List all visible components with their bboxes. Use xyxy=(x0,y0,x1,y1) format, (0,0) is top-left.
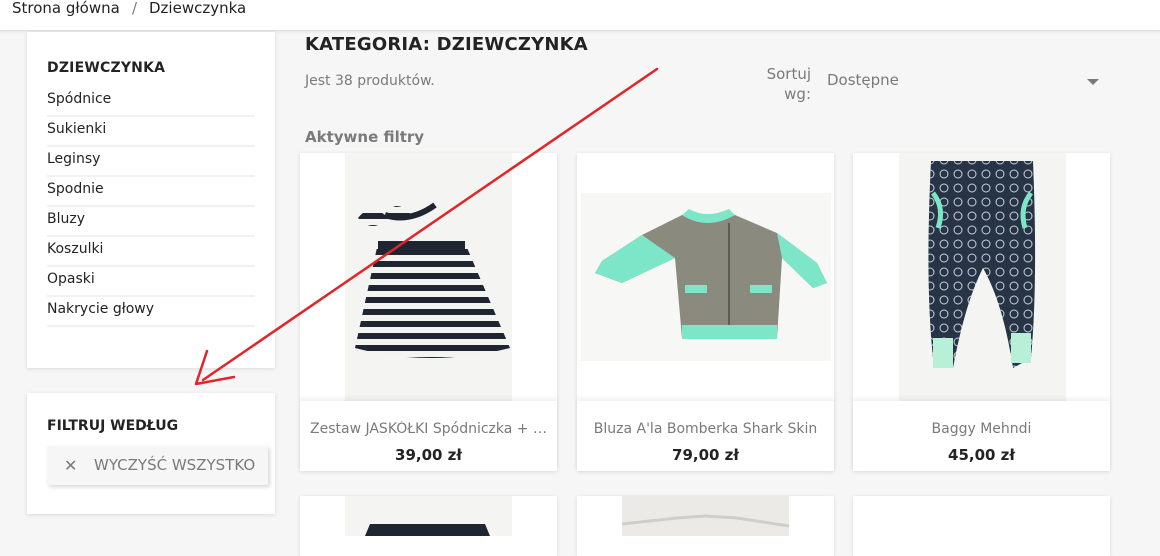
product-count: Jest 38 produktów. xyxy=(305,73,435,89)
product-card[interactable]: Zestaw JASKÓŁKI Spódniczka + opaska 39,0… xyxy=(300,153,557,471)
product-card-partial[interactable] xyxy=(300,496,557,556)
category-item-leginsy[interactable]: Leginsy xyxy=(47,147,255,177)
filter-title: FILTRUJ WEDŁUG xyxy=(47,418,179,434)
sort-select[interactable]: Dostępne xyxy=(822,64,1107,100)
breadcrumb: Strona główna / Dziewczynka xyxy=(0,0,1160,31)
product-name[interactable]: Baggy Mehndi xyxy=(863,421,1100,437)
clear-all-filters-button[interactable]: ✕ WYCZYŚĆ WSZYSTKO xyxy=(47,446,268,485)
category-item-nakrycie-glowy[interactable]: Nakrycie głowy xyxy=(47,297,255,327)
product-card-partial[interactable] xyxy=(853,496,1110,556)
breadcrumb-separator: / xyxy=(132,0,138,17)
category-item-bluzy[interactable]: Bluzy xyxy=(47,207,255,237)
breadcrumb-home-link[interactable]: Strona główna xyxy=(12,0,120,17)
sort-label: Sortuj wg: xyxy=(766,65,811,103)
category-title: DZIEWCZYNKA xyxy=(47,60,166,76)
product-card-partial[interactable] xyxy=(577,496,834,556)
category-item-koszulki[interactable]: Koszulki xyxy=(47,237,255,267)
product-price: 45,00 zł xyxy=(948,446,1015,464)
close-icon: ✕ xyxy=(64,456,78,475)
caret-down-icon xyxy=(1087,79,1099,85)
product-price: 39,00 zł xyxy=(395,446,462,464)
sort-selected-value: Dostępne xyxy=(827,71,899,89)
page-title: KATEGORIA: DZIEWCZYNKA xyxy=(305,34,588,55)
product-image-bomber[interactable] xyxy=(577,153,834,401)
category-item-spodnice[interactable]: Spódnice xyxy=(47,87,255,117)
active-filters-heading: Aktywne filtry xyxy=(305,128,425,146)
category-item-sukienki[interactable]: Sukienki xyxy=(47,117,255,147)
product-image-pants[interactable] xyxy=(853,153,1110,401)
product-price: 79,00 zł xyxy=(672,446,739,464)
category-item-spodnie[interactable]: Spodnie xyxy=(47,177,255,207)
clear-all-label: WYCZYŚĆ WSZYSTKO xyxy=(94,456,256,474)
product-image-skirt[interactable] xyxy=(300,153,557,401)
product-name[interactable]: Zestaw JASKÓŁKI Spódniczka + opaska xyxy=(310,421,547,437)
product-name[interactable]: Bluza A'la Bomberka Shark Skin xyxy=(587,421,824,437)
category-item-opaski[interactable]: Opaski xyxy=(47,267,255,297)
product-card[interactable]: Bluza A'la Bomberka Shark Skin 79,00 zł xyxy=(577,153,834,471)
breadcrumb-current: Dziewczynka xyxy=(149,0,247,17)
product-card[interactable]: Baggy Mehndi 45,00 zł xyxy=(853,153,1110,471)
